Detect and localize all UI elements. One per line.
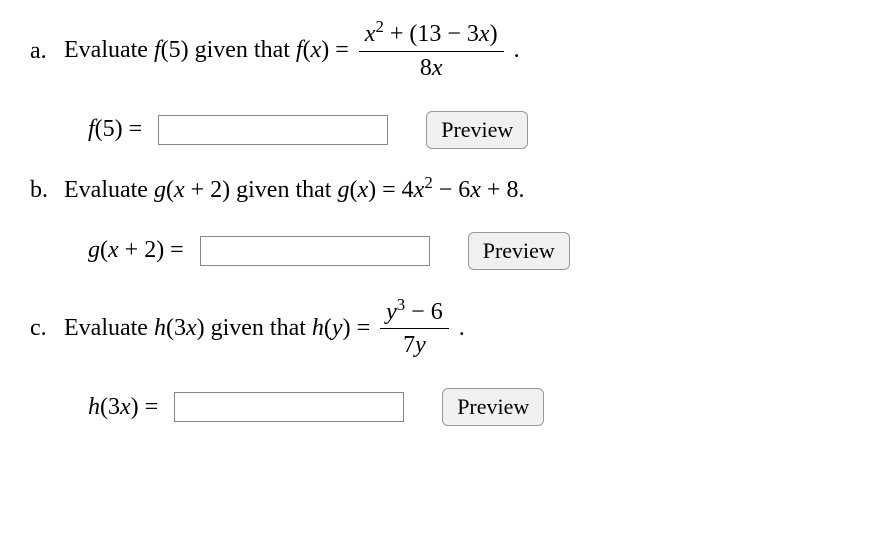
problem-a-denominator: 8x	[359, 52, 504, 83]
given-text: given that	[211, 314, 312, 340]
problem-c-denominator: 7y	[380, 329, 449, 360]
problem-c-numerator: y3 − 6	[380, 298, 449, 330]
problem-c-answer-row: h(3x) = Preview	[88, 388, 860, 426]
problem-b-answer-lhs: g(x + 2) =	[88, 237, 190, 264]
problem-c-input[interactable]	[174, 392, 404, 422]
problem-c-answer-lhs: h(3x) =	[88, 394, 164, 421]
given-text: given that	[195, 37, 296, 63]
problem-c-preview-button[interactable]: Preview	[442, 388, 544, 426]
problem-b-prompt: b. Evaluate g(x + 2) given that g(x) = 4…	[30, 177, 860, 204]
problem-a-input[interactable]	[158, 115, 388, 145]
problem-a-fraction: x2 + (13 − 3x) 8x	[359, 20, 504, 83]
equals: =	[382, 177, 402, 203]
prompt-prefix: Evaluate	[64, 314, 154, 340]
equals: =	[357, 314, 377, 340]
problem-c-prompt: c. Evaluate h(3x) given that h(y) = y3 −…	[30, 298, 860, 361]
problem-a-text: Evaluate f(5) given that f(x) = x2 + (13…	[64, 20, 520, 83]
problem-a-answer-row: f(5) = Preview	[88, 111, 860, 149]
problem-b-preview-button[interactable]: Preview	[468, 232, 570, 270]
trailing-dot: .	[514, 37, 520, 63]
problem-b-rhs: 4x2 − 6x + 8.	[402, 177, 525, 203]
given-text: given that	[236, 177, 337, 203]
prompt-prefix: Evaluate	[64, 37, 154, 63]
problem-c-text: Evaluate h(3x) given that h(y) = y3 − 6 …	[64, 298, 465, 361]
problem-a-numerator: x2 + (13 − 3x)	[359, 20, 504, 52]
problem-c-fraction: y3 − 6 7y	[380, 298, 449, 361]
equals: =	[335, 37, 355, 63]
problem-a: a. Evaluate f(5) given that f(x) = x2 + …	[30, 20, 860, 149]
problem-b-text: Evaluate g(x + 2) given that g(x) = 4x2 …	[64, 177, 524, 204]
problem-a-label: a.	[30, 38, 64, 65]
problem-c-label: c.	[30, 315, 64, 342]
problem-a-preview-button[interactable]: Preview	[426, 111, 528, 149]
trailing-dot: .	[459, 314, 465, 340]
problem-b-input[interactable]	[200, 236, 430, 266]
problem-a-answer-lhs: f(5) =	[88, 116, 148, 143]
problem-c: c. Evaluate h(3x) given that h(y) = y3 −…	[30, 298, 860, 427]
problem-b: b. Evaluate g(x + 2) given that g(x) = 4…	[30, 177, 860, 270]
problem-b-answer-row: g(x + 2) = Preview	[88, 232, 860, 270]
problem-b-label: b.	[30, 177, 64, 204]
prompt-prefix: Evaluate	[64, 177, 154, 203]
problem-a-prompt: a. Evaluate f(5) given that f(x) = x2 + …	[30, 20, 860, 83]
